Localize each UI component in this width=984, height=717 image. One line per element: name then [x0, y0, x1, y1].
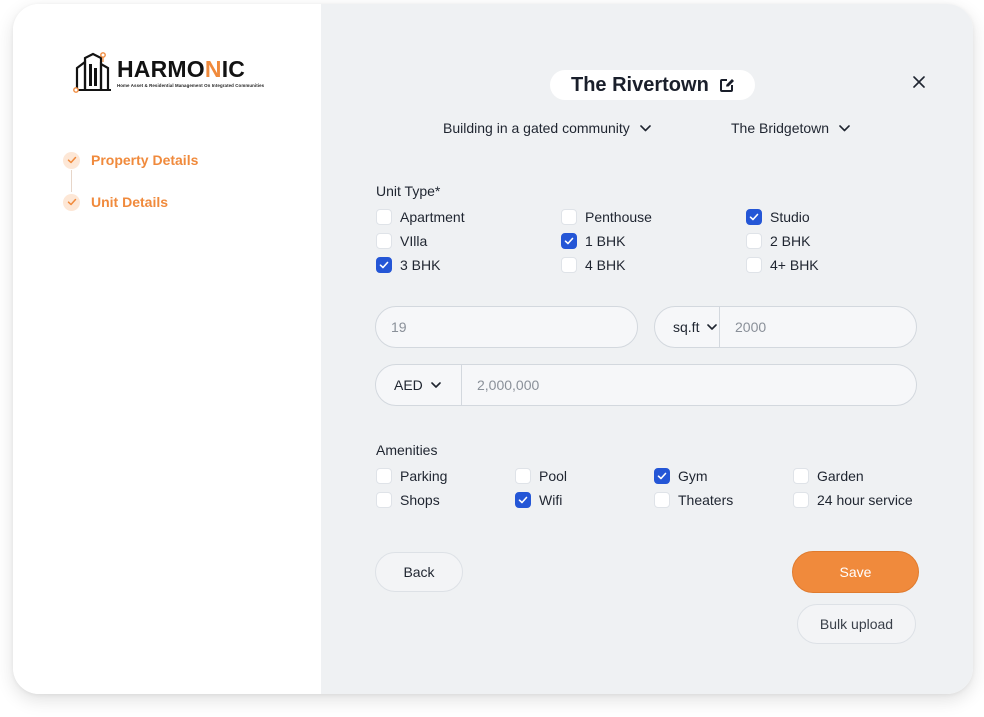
step-connector — [71, 170, 72, 192]
unit-type-4plus-bhk[interactable]: 4+ BHK — [746, 257, 819, 273]
building-type-dropdown[interactable]: Building in a gated community — [443, 120, 651, 136]
currency-dropdown[interactable]: AED — [376, 365, 462, 405]
checkbox[interactable] — [376, 209, 392, 225]
unit-type-penthouse[interactable]: Penthouse — [561, 209, 652, 225]
stepper: Property Details Unit Details — [63, 151, 198, 235]
option-label: Gym — [678, 468, 708, 484]
option-label: Parking — [400, 468, 448, 484]
sidebar: HARMONIC Home Asset & Residential Manage… — [13, 4, 321, 694]
amenity-24-hour-service[interactable]: 24 hour service — [793, 492, 913, 508]
option-label: 3 BHK — [400, 257, 441, 273]
option-label: VIlla — [400, 233, 428, 249]
checkbox[interactable] — [376, 492, 392, 508]
unit-type-villa[interactable]: VIlla — [376, 233, 427, 249]
unit-number-input[interactable] — [376, 307, 637, 347]
building-logo-icon — [73, 52, 111, 93]
chevron-down-icon — [639, 124, 651, 132]
unit-type-4bhk[interactable]: 4 BHK — [561, 257, 625, 273]
amenities-label: Amenities — [376, 442, 438, 458]
brand-name: HARMONIC — [117, 56, 246, 82]
checkbox[interactable] — [654, 492, 670, 508]
check-icon — [749, 213, 759, 221]
brand-logo: HARMONIC Home Asset & Residential Manage… — [73, 50, 264, 94]
checkbox[interactable] — [793, 468, 809, 484]
amenity-shops[interactable]: Shops — [376, 492, 440, 508]
amenity-garden[interactable]: Garden — [793, 468, 864, 484]
unit-type-studio[interactable]: Studio — [746, 209, 810, 225]
main-panel: The Rivertown Building in a gated commun… — [321, 4, 973, 694]
dialog-card: HARMONIC Home Asset & Residential Manage… — [13, 4, 973, 694]
bulk-upload-button[interactable]: Bulk upload — [797, 604, 916, 644]
price-field[interactable]: AED — [375, 364, 917, 406]
option-label: Wifi — [539, 492, 563, 508]
back-button[interactable]: Back — [375, 552, 463, 592]
check-icon — [518, 496, 528, 504]
check-icon — [657, 472, 667, 480]
chevron-down-icon — [707, 324, 718, 330]
amenity-pool[interactable]: Pool — [515, 468, 567, 484]
area-field[interactable]: sq.ft — [654, 306, 917, 348]
checkbox[interactable] — [746, 257, 762, 273]
checkbox[interactable] — [376, 233, 392, 249]
unit-type-1bhk[interactable]: 1 BHK — [561, 233, 625, 249]
price-input[interactable] — [462, 365, 916, 405]
checkbox[interactable] — [376, 468, 392, 484]
unit-type-apartment[interactable]: Apartment — [376, 209, 465, 225]
chevron-down-icon — [430, 382, 441, 388]
chevron-down-icon — [839, 124, 850, 132]
area-unit-dropdown[interactable]: sq.ft — [655, 307, 720, 347]
checkbox-checked[interactable] — [561, 233, 577, 249]
page-title: The Rivertown — [571, 73, 709, 96]
option-label: 1 BHK — [585, 233, 626, 249]
currency-value: AED — [394, 377, 423, 393]
amenity-gym[interactable]: Gym — [654, 468, 708, 484]
amenity-theaters[interactable]: Theaters — [654, 492, 733, 508]
community-dropdown[interactable]: The Bridgetown — [731, 120, 850, 136]
option-label: Studio — [770, 209, 810, 225]
check-icon — [564, 237, 574, 245]
checkbox[interactable] — [746, 233, 762, 249]
community-value: The Bridgetown — [731, 120, 830, 136]
option-label: 4+ BHK — [770, 257, 819, 273]
option-label: Penthouse — [585, 209, 652, 225]
checkbox[interactable] — [561, 209, 577, 225]
unit-number-field[interactable] — [375, 306, 638, 348]
checkbox-checked[interactable] — [376, 257, 392, 273]
step-unit-details[interactable]: Unit Details — [63, 193, 198, 211]
step-label: Property Details — [91, 152, 199, 168]
close-button[interactable] — [909, 72, 929, 92]
option-label: Pool — [539, 468, 568, 484]
property-title: The Rivertown — [550, 70, 755, 100]
step-label: Unit Details — [91, 194, 169, 210]
checkbox-checked[interactable] — [654, 468, 670, 484]
checkbox[interactable] — [515, 468, 531, 484]
option-label: 24 hour service — [817, 492, 913, 508]
option-label: Apartment — [400, 209, 465, 225]
edit-icon[interactable] — [719, 77, 735, 93]
checkbox[interactable] — [793, 492, 809, 508]
checkbox-checked[interactable] — [515, 492, 531, 508]
check-icon — [63, 151, 80, 169]
checkbox-checked[interactable] — [746, 209, 762, 225]
unit-type-2bhk[interactable]: 2 BHK — [746, 233, 810, 249]
checkbox[interactable] — [561, 257, 577, 273]
option-label: 4 BHK — [585, 257, 626, 273]
brand-tagline: Home Asset & Residential Management On I… — [117, 83, 265, 88]
building-type-value: Building in a gated community — [443, 120, 630, 136]
unit-type-3bhk[interactable]: 3 BHK — [376, 257, 440, 273]
check-icon — [63, 193, 80, 211]
amenity-wifi[interactable]: Wifi — [515, 492, 562, 508]
option-label: 2 BHK — [770, 233, 811, 249]
option-label: Shops — [400, 492, 440, 508]
option-label: Theaters — [678, 492, 734, 508]
option-label: Garden — [817, 468, 864, 484]
step-property-details[interactable]: Property Details — [63, 151, 199, 192]
close-icon — [913, 76, 925, 88]
unit-type-label: Unit Type* — [376, 183, 441, 199]
check-icon — [379, 261, 389, 269]
save-button[interactable]: Save — [792, 551, 919, 593]
amenity-parking[interactable]: Parking — [376, 468, 447, 484]
area-input[interactable] — [720, 307, 916, 347]
area-unit-value: sq.ft — [673, 319, 700, 335]
